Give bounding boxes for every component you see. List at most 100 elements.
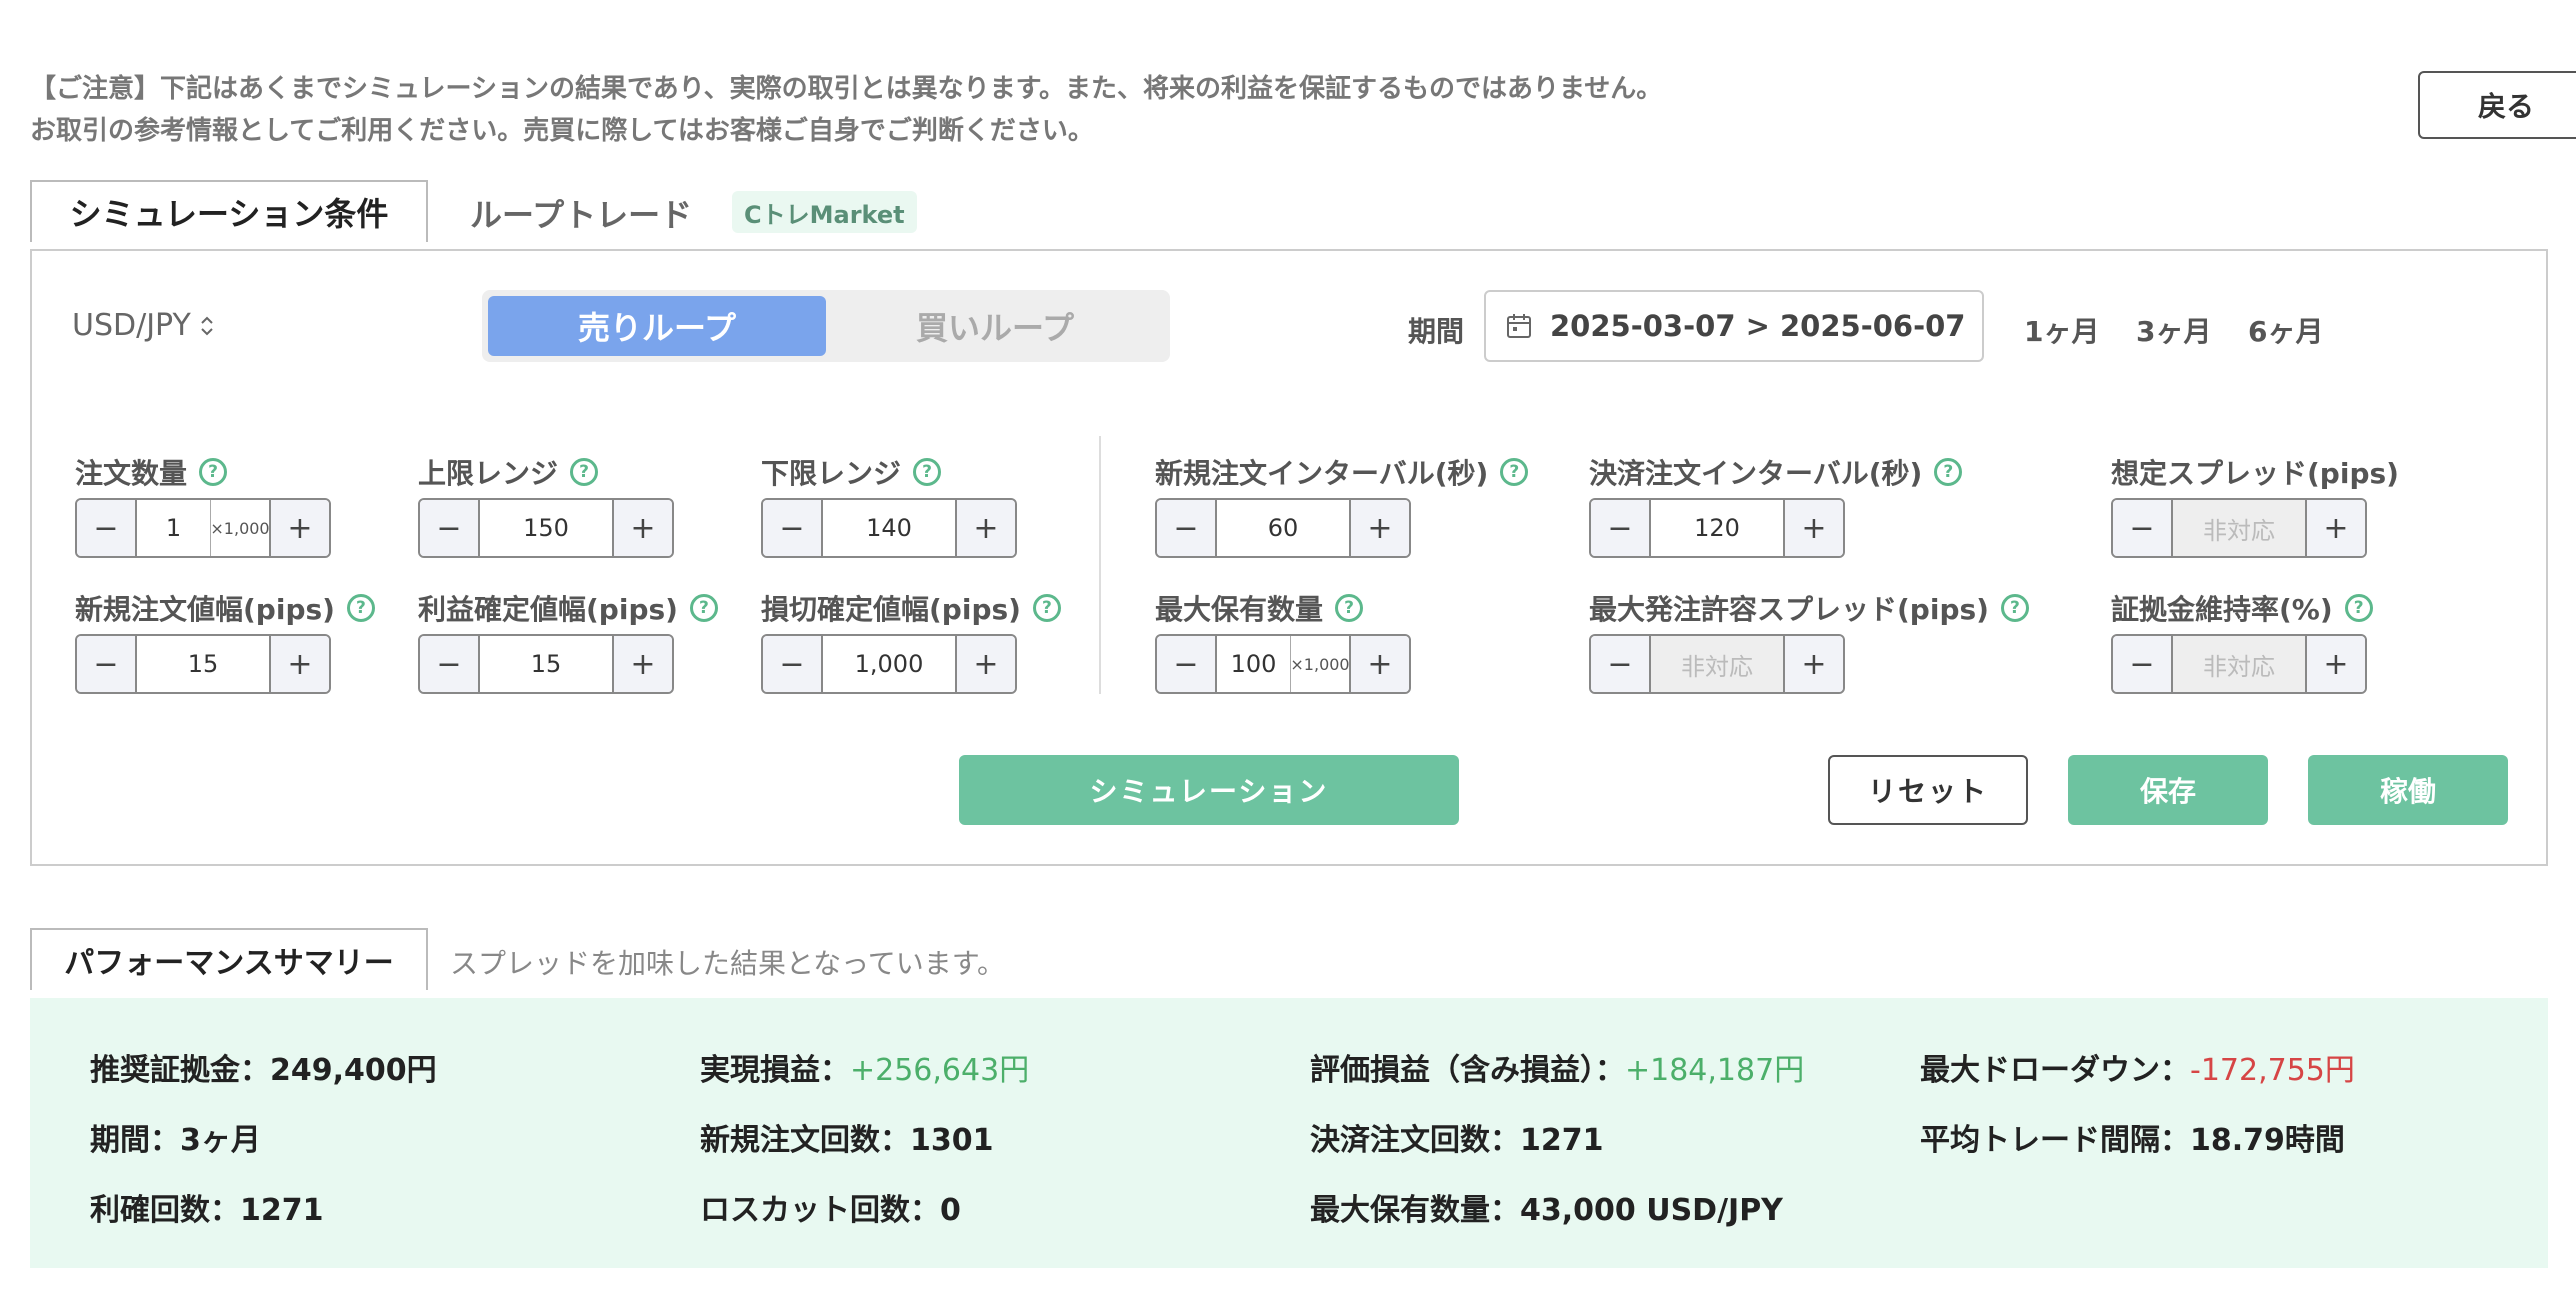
max-hold-unit: ×1,000 (1290, 636, 1350, 692)
lower-range-label-text: 下限レンジ (761, 457, 902, 490)
max-hold-value[interactable]: 100 (1217, 636, 1290, 692)
period-label: 期間 (1408, 315, 1465, 348)
stat-realized-pnl: 実現損益：+256,643円 (700, 1045, 1029, 1089)
increment-button[interactable]: + (955, 636, 1015, 692)
help-icon[interactable]: ? (570, 458, 599, 486)
order-qty-value[interactable]: 1 (137, 500, 210, 556)
lower-range-value[interactable]: 140 (823, 500, 955, 556)
reset-button[interactable]: リセット (1828, 755, 2028, 825)
tab-loop-trade[interactable]: ループトレード (470, 190, 692, 236)
sell-loop-button[interactable]: 売りループ (488, 296, 826, 356)
new-interval-label-text: 新規注文インターバル(秒) (1155, 457, 1489, 490)
max-hold-label: 最大保有数量 ? (1155, 588, 1364, 628)
increment-button[interactable]: + (1349, 500, 1409, 556)
decrement-button[interactable]: − (77, 636, 137, 692)
increment-button[interactable]: + (612, 636, 672, 692)
stat-max-drawdown: 最大ドローダウン：-172,755円 (1920, 1045, 2355, 1089)
order-qty-stepper: − 1 ×1,000 + (75, 498, 331, 558)
increment-button[interactable]: + (1783, 636, 1843, 692)
decrement-button[interactable]: − (77, 500, 137, 556)
notice-line-2: お取引の参考情報としてご利用ください。売買に際してはお客様ご自身でご判断ください… (30, 116, 1094, 146)
increment-button[interactable]: + (269, 500, 329, 556)
decrement-button[interactable]: − (2113, 636, 2173, 692)
profit-width-value[interactable]: 15 (480, 636, 612, 692)
stat-value: 18.79時間 (2190, 1123, 2345, 1158)
currency-pair-select[interactable]: USD/JPY (72, 308, 215, 343)
decrement-button[interactable]: − (1591, 636, 1651, 692)
stat-label: 新規注文回数： (700, 1123, 910, 1158)
stat-avg-interval: 平均トレード間隔：18.79時間 (1920, 1115, 2345, 1159)
assumed-spread-label-text: 想定スプレッド(pips) (2111, 457, 2399, 490)
date-range-input[interactable]: 2025-03-07 > 2025-06-07 (1484, 290, 1984, 362)
decrement-button[interactable]: − (1591, 500, 1651, 556)
decrement-button[interactable]: − (420, 500, 480, 556)
decrement-button[interactable]: − (763, 500, 823, 556)
period-3-months[interactable]: 3ヶ月 (2136, 310, 2211, 350)
decrement-button[interactable]: − (763, 636, 823, 692)
back-button[interactable]: 戻る (2418, 71, 2576, 139)
max-hold-label-text: 最大保有数量 (1155, 593, 1324, 626)
stat-label: 利確回数： (90, 1193, 240, 1228)
settle-interval-value[interactable]: 120 (1651, 500, 1783, 556)
increment-button[interactable]: + (1783, 500, 1843, 556)
period-6-months[interactable]: 6ヶ月 (2248, 310, 2323, 350)
new-width-label: 新規注文値幅(pips) ? (75, 588, 375, 628)
stat-losscut-count: ロスカット回数：0 (700, 1185, 961, 1229)
stat-value: 249,400円 (270, 1053, 437, 1088)
stat-value: 1301 (910, 1123, 994, 1158)
increment-button[interactable]: + (955, 500, 1015, 556)
performance-note: スプレッドを加味した結果となっています。 (450, 947, 1005, 980)
stat-label: 決済注文回数： (1310, 1123, 1520, 1158)
stat-value: 1271 (240, 1193, 324, 1228)
currency-pair-value: USD/JPY (72, 308, 191, 343)
stat-label: 期間： (90, 1123, 180, 1158)
run-button[interactable]: 稼働 (2308, 755, 2508, 825)
increment-button[interactable]: + (2305, 636, 2365, 692)
assumed-spread-stepper: − 非対応 + (2111, 498, 2367, 558)
help-icon[interactable]: ? (1934, 458, 1963, 486)
save-button[interactable]: 保存 (2068, 755, 2268, 825)
stat-label: 平均トレード間隔： (1920, 1123, 2190, 1158)
increment-button[interactable]: + (612, 500, 672, 556)
decrement-button[interactable]: − (2113, 500, 2173, 556)
help-icon[interactable]: ? (346, 594, 375, 622)
help-icon[interactable]: ? (1335, 594, 1364, 622)
stat-value: 3ヶ月 (180, 1123, 261, 1158)
tab-simulation-conditions[interactable]: シミュレーション条件 (30, 180, 428, 242)
period-1-month[interactable]: 1ヶ月 (2024, 310, 2099, 350)
help-icon[interactable]: ? (2000, 594, 2029, 622)
help-icon[interactable]: ? (913, 458, 942, 486)
stat-label: 推奨証拠金： (90, 1053, 270, 1088)
stat-label: 実現損益： (700, 1053, 850, 1088)
stat-value: 43,000 USD/JPY (1520, 1193, 1783, 1228)
increment-button[interactable]: + (2305, 500, 2365, 556)
decrement-button[interactable]: − (1157, 636, 1217, 692)
simulate-button[interactable]: シミュレーション (959, 755, 1459, 825)
stat-value: +256,643円 (850, 1053, 1030, 1088)
new-interval-value[interactable]: 60 (1217, 500, 1349, 556)
lower-range-stepper: − 140 + (761, 498, 1017, 558)
help-icon[interactable]: ? (1032, 594, 1061, 622)
upper-range-value[interactable]: 150 (480, 500, 612, 556)
loss-width-value[interactable]: 1,000 (823, 636, 955, 692)
settle-interval-label-text: 決済注文インターバル(秒) (1589, 457, 1923, 490)
buy-loop-button[interactable]: 買いループ (826, 296, 1164, 356)
loss-width-label-text: 損切確定値幅(pips) (761, 593, 1021, 626)
decrement-button[interactable]: − (420, 636, 480, 692)
decrement-button[interactable]: − (1157, 500, 1217, 556)
max-spread-stepper: − 非対応 + (1589, 634, 1845, 694)
assumed-spread-value: 非対応 (2173, 500, 2305, 556)
stat-value: 0 (940, 1193, 961, 1228)
new-width-value[interactable]: 15 (137, 636, 269, 692)
help-icon[interactable]: ? (2344, 594, 2373, 622)
tab-performance-summary[interactable]: パフォーマンスサマリー (30, 928, 428, 990)
increment-button[interactable]: + (269, 636, 329, 692)
help-icon[interactable]: ? (689, 594, 718, 622)
help-icon[interactable]: ? (199, 458, 228, 486)
help-icon[interactable]: ? (1500, 458, 1529, 486)
loss-width-label: 損切確定値幅(pips) ? (761, 588, 1061, 628)
profit-width-stepper: − 15 + (418, 634, 674, 694)
increment-button[interactable]: + (1349, 636, 1409, 692)
max-spread-label: 最大発注許容スプレッド(pips) ? (1589, 588, 2029, 628)
stat-value: -172,755円 (2190, 1053, 2355, 1088)
